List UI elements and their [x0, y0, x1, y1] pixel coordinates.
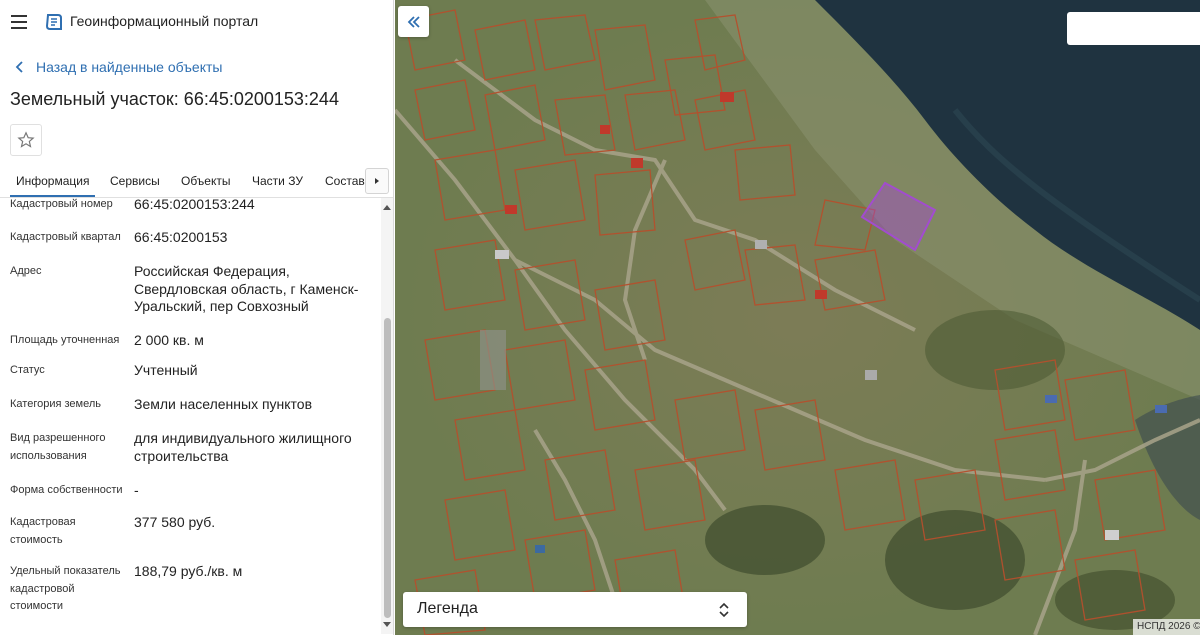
app-title: Геоинформационный портал: [70, 13, 259, 29]
chevron-left-icon: [15, 61, 23, 73]
info-label: Вид разрешенного использования: [10, 432, 106, 462]
portal-logo-icon: [45, 14, 62, 30]
map-attribution: НСПД 2026 ©: [1133, 619, 1200, 635]
favorite-button[interactable]: [10, 124, 42, 156]
info-label: Площадь уточненная: [10, 334, 120, 346]
info-label: Адрес: [10, 265, 42, 277]
legend-label: Легенда: [417, 600, 478, 617]
scroll-down-arrow-icon[interactable]: [382, 620, 392, 630]
info-list: Кадастровый номер 66:45:0200153:244 Када…: [0, 198, 380, 635]
info-value: Российская Федерация, Свердловская облас…: [134, 263, 359, 314]
info-value: 2 000 кв. м: [134, 332, 204, 348]
tab-composition[interactable]: Состав: [325, 174, 365, 188]
info-value: 66:45:0200153: [134, 229, 228, 245]
info-label: Кадастровая стоимость: [10, 516, 76, 546]
tab-objects[interactable]: Объекты: [181, 174, 231, 188]
scroll-up-arrow-icon[interactable]: [382, 202, 392, 212]
tab-bar: Информация Сервисы Объекты Части ЗУ Сост…: [0, 168, 393, 198]
info-panel: Геоинформационный портал Назад в найденн…: [0, 0, 394, 635]
collapse-panel-button[interactable]: [398, 6, 429, 37]
back-to-results-link[interactable]: Назад в найденные объекты: [12, 57, 222, 77]
info-value: Учтенный: [134, 362, 198, 378]
info-value: 377 580 руб.: [134, 514, 216, 530]
info-value: для индивидуального жилищного строительс…: [134, 430, 352, 464]
scrollbar-thumb[interactable]: [384, 318, 391, 618]
legend-button[interactable]: Легенда: [403, 592, 747, 627]
info-label: Форма собственности: [10, 484, 123, 496]
tab-information[interactable]: Информация: [9, 174, 97, 197]
info-value: 66:45:0200153:244: [134, 198, 255, 212]
tab-services[interactable]: Сервисы: [110, 174, 160, 188]
back-link-label: Назад в найденные объекты: [36, 59, 223, 75]
satellite-map[interactable]: [395, 0, 1200, 635]
tabs-scroll-right-button[interactable]: [365, 168, 389, 194]
info-value: Земли населенных пунктов: [134, 396, 313, 412]
caret-right-icon: [375, 178, 379, 184]
info-scrollbar[interactable]: [381, 198, 393, 634]
map-imagery: [395, 0, 1200, 635]
star-icon: [17, 131, 35, 148]
info-value: -: [134, 482, 139, 498]
map-search-input[interactable]: [1067, 12, 1200, 45]
hamburger-menu-icon[interactable]: [9, 12, 29, 32]
info-label: Кадастровый квартал: [10, 231, 121, 243]
page-title: Земельный участок: 66:45:0200153:244: [10, 89, 339, 109]
top-bar: Геоинформационный портал: [0, 0, 393, 44]
info-label: Статус: [10, 364, 45, 376]
double-chevron-left-icon: [407, 15, 420, 28]
info-value: 188,79 руб./кв. м: [134, 563, 243, 579]
info-label: Кадастровый номер: [10, 198, 113, 210]
expand-collapse-icon: [719, 602, 729, 618]
tab-land-parts[interactable]: Части ЗУ: [252, 174, 303, 188]
info-label: Категория земель: [10, 398, 101, 410]
info-label: Удельный показатель кадастровой стоимост…: [10, 565, 121, 612]
